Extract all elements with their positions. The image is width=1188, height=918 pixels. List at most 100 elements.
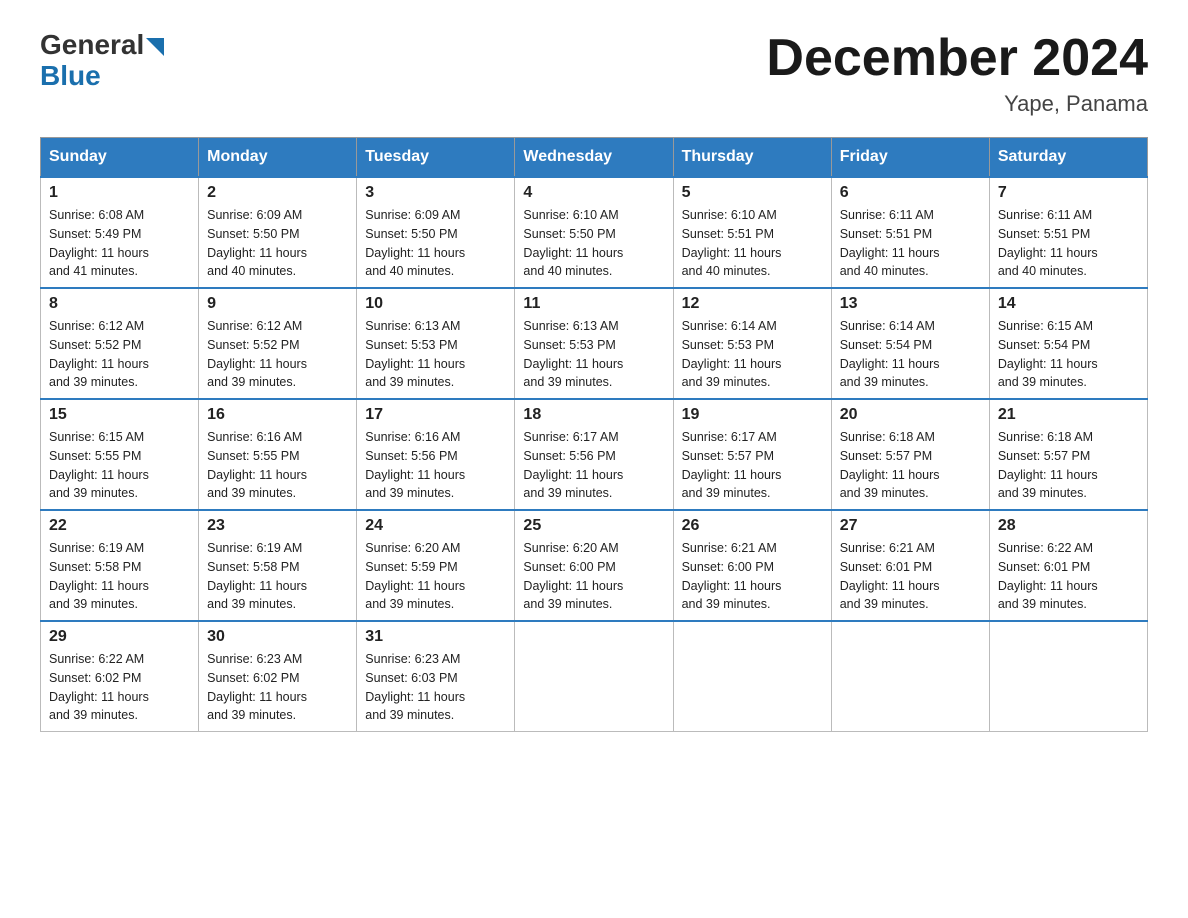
table-row: 9 Sunrise: 6:12 AMSunset: 5:52 PMDayligh… [199,288,357,399]
table-row: 31 Sunrise: 6:23 AMSunset: 6:03 PMDaylig… [357,621,515,732]
day-number: 13 [840,295,981,313]
table-row [989,621,1147,732]
day-info: Sunrise: 6:21 AMSunset: 6:00 PMDaylight:… [682,541,782,611]
day-info: Sunrise: 6:20 AMSunset: 6:00 PMDaylight:… [523,541,623,611]
table-row: 24 Sunrise: 6:20 AMSunset: 5:59 PMDaylig… [357,510,515,621]
table-row: 29 Sunrise: 6:22 AMSunset: 6:02 PMDaylig… [41,621,199,732]
table-row: 13 Sunrise: 6:14 AMSunset: 5:54 PMDaylig… [831,288,989,399]
day-number: 22 [49,517,190,535]
day-number: 8 [49,295,190,313]
day-number: 15 [49,406,190,424]
col-friday: Friday [831,138,989,178]
day-number: 9 [207,295,348,313]
day-number: 20 [840,406,981,424]
day-info: Sunrise: 6:09 AMSunset: 5:50 PMDaylight:… [365,208,465,278]
table-row: 27 Sunrise: 6:21 AMSunset: 6:01 PMDaylig… [831,510,989,621]
table-row: 3 Sunrise: 6:09 AMSunset: 5:50 PMDayligh… [357,177,515,288]
day-number: 16 [207,406,348,424]
day-info: Sunrise: 6:11 AMSunset: 5:51 PMDaylight:… [998,208,1098,278]
week-row: 8 Sunrise: 6:12 AMSunset: 5:52 PMDayligh… [41,288,1148,399]
day-info: Sunrise: 6:22 AMSunset: 6:01 PMDaylight:… [998,541,1098,611]
table-row: 5 Sunrise: 6:10 AMSunset: 5:51 PMDayligh… [673,177,831,288]
table-row: 23 Sunrise: 6:19 AMSunset: 5:58 PMDaylig… [199,510,357,621]
day-number: 18 [523,406,664,424]
day-info: Sunrise: 6:19 AMSunset: 5:58 PMDaylight:… [207,541,307,611]
table-row: 11 Sunrise: 6:13 AMSunset: 5:53 PMDaylig… [515,288,673,399]
week-row: 1 Sunrise: 6:08 AMSunset: 5:49 PMDayligh… [41,177,1148,288]
day-number: 3 [365,184,506,202]
logo-blue: Blue [40,61,164,92]
table-row: 10 Sunrise: 6:13 AMSunset: 5:53 PMDaylig… [357,288,515,399]
day-info: Sunrise: 6:14 AMSunset: 5:53 PMDaylight:… [682,319,782,389]
month-title: December 2024 [766,30,1148,87]
day-number: 29 [49,628,190,646]
col-thursday: Thursday [673,138,831,178]
day-info: Sunrise: 6:09 AMSunset: 5:50 PMDaylight:… [207,208,307,278]
day-number: 28 [998,517,1139,535]
day-info: Sunrise: 6:13 AMSunset: 5:53 PMDaylight:… [523,319,623,389]
table-row: 8 Sunrise: 6:12 AMSunset: 5:52 PMDayligh… [41,288,199,399]
table-row: 18 Sunrise: 6:17 AMSunset: 5:56 PMDaylig… [515,399,673,510]
location: Yape, Panama [766,91,1148,117]
day-info: Sunrise: 6:12 AMSunset: 5:52 PMDaylight:… [49,319,149,389]
day-info: Sunrise: 6:19 AMSunset: 5:58 PMDaylight:… [49,541,149,611]
day-number: 25 [523,517,664,535]
day-info: Sunrise: 6:22 AMSunset: 6:02 PMDaylight:… [49,652,149,722]
table-row: 25 Sunrise: 6:20 AMSunset: 6:00 PMDaylig… [515,510,673,621]
day-info: Sunrise: 6:12 AMSunset: 5:52 PMDaylight:… [207,319,307,389]
day-info: Sunrise: 6:17 AMSunset: 5:57 PMDaylight:… [682,430,782,500]
day-info: Sunrise: 6:11 AMSunset: 5:51 PMDaylight:… [840,208,940,278]
day-info: Sunrise: 6:21 AMSunset: 6:01 PMDaylight:… [840,541,940,611]
col-monday: Monday [199,138,357,178]
day-info: Sunrise: 6:23 AMSunset: 6:03 PMDaylight:… [365,652,465,722]
day-number: 6 [840,184,981,202]
day-number: 26 [682,517,823,535]
table-row [673,621,831,732]
table-row: 14 Sunrise: 6:15 AMSunset: 5:54 PMDaylig… [989,288,1147,399]
day-number: 5 [682,184,823,202]
day-info: Sunrise: 6:17 AMSunset: 5:56 PMDaylight:… [523,430,623,500]
page-header: General Blue December 2024 Yape, Panama [40,30,1148,117]
day-info: Sunrise: 6:15 AMSunset: 5:54 PMDaylight:… [998,319,1098,389]
day-info: Sunrise: 6:10 AMSunset: 5:51 PMDaylight:… [682,208,782,278]
day-info: Sunrise: 6:08 AMSunset: 5:49 PMDaylight:… [49,208,149,278]
table-row: 19 Sunrise: 6:17 AMSunset: 5:57 PMDaylig… [673,399,831,510]
day-info: Sunrise: 6:23 AMSunset: 6:02 PMDaylight:… [207,652,307,722]
table-row: 2 Sunrise: 6:09 AMSunset: 5:50 PMDayligh… [199,177,357,288]
table-row: 7 Sunrise: 6:11 AMSunset: 5:51 PMDayligh… [989,177,1147,288]
col-sunday: Sunday [41,138,199,178]
table-row: 6 Sunrise: 6:11 AMSunset: 5:51 PMDayligh… [831,177,989,288]
table-row: 4 Sunrise: 6:10 AMSunset: 5:50 PMDayligh… [515,177,673,288]
table-row: 15 Sunrise: 6:15 AMSunset: 5:55 PMDaylig… [41,399,199,510]
day-info: Sunrise: 6:16 AMSunset: 5:56 PMDaylight:… [365,430,465,500]
week-row: 22 Sunrise: 6:19 AMSunset: 5:58 PMDaylig… [41,510,1148,621]
day-number: 27 [840,517,981,535]
day-number: 1 [49,184,190,202]
day-info: Sunrise: 6:14 AMSunset: 5:54 PMDaylight:… [840,319,940,389]
table-row [515,621,673,732]
day-info: Sunrise: 6:18 AMSunset: 5:57 PMDaylight:… [998,430,1098,500]
day-info: Sunrise: 6:18 AMSunset: 5:57 PMDaylight:… [840,430,940,500]
day-number: 24 [365,517,506,535]
day-number: 10 [365,295,506,313]
table-row [831,621,989,732]
table-row: 28 Sunrise: 6:22 AMSunset: 6:01 PMDaylig… [989,510,1147,621]
week-row: 15 Sunrise: 6:15 AMSunset: 5:55 PMDaylig… [41,399,1148,510]
logo-general: General [40,30,164,61]
day-info: Sunrise: 6:13 AMSunset: 5:53 PMDaylight:… [365,319,465,389]
day-number: 30 [207,628,348,646]
col-wednesday: Wednesday [515,138,673,178]
table-row: 26 Sunrise: 6:21 AMSunset: 6:00 PMDaylig… [673,510,831,621]
table-row: 16 Sunrise: 6:16 AMSunset: 5:55 PMDaylig… [199,399,357,510]
day-info: Sunrise: 6:16 AMSunset: 5:55 PMDaylight:… [207,430,307,500]
col-saturday: Saturday [989,138,1147,178]
table-row: 17 Sunrise: 6:16 AMSunset: 5:56 PMDaylig… [357,399,515,510]
title-section: December 2024 Yape, Panama [766,30,1148,117]
week-row: 29 Sunrise: 6:22 AMSunset: 6:02 PMDaylig… [41,621,1148,732]
calendar-table: Sunday Monday Tuesday Wednesday Thursday… [40,137,1148,732]
day-number: 31 [365,628,506,646]
day-info: Sunrise: 6:20 AMSunset: 5:59 PMDaylight:… [365,541,465,611]
day-number: 17 [365,406,506,424]
day-info: Sunrise: 6:15 AMSunset: 5:55 PMDaylight:… [49,430,149,500]
day-number: 2 [207,184,348,202]
